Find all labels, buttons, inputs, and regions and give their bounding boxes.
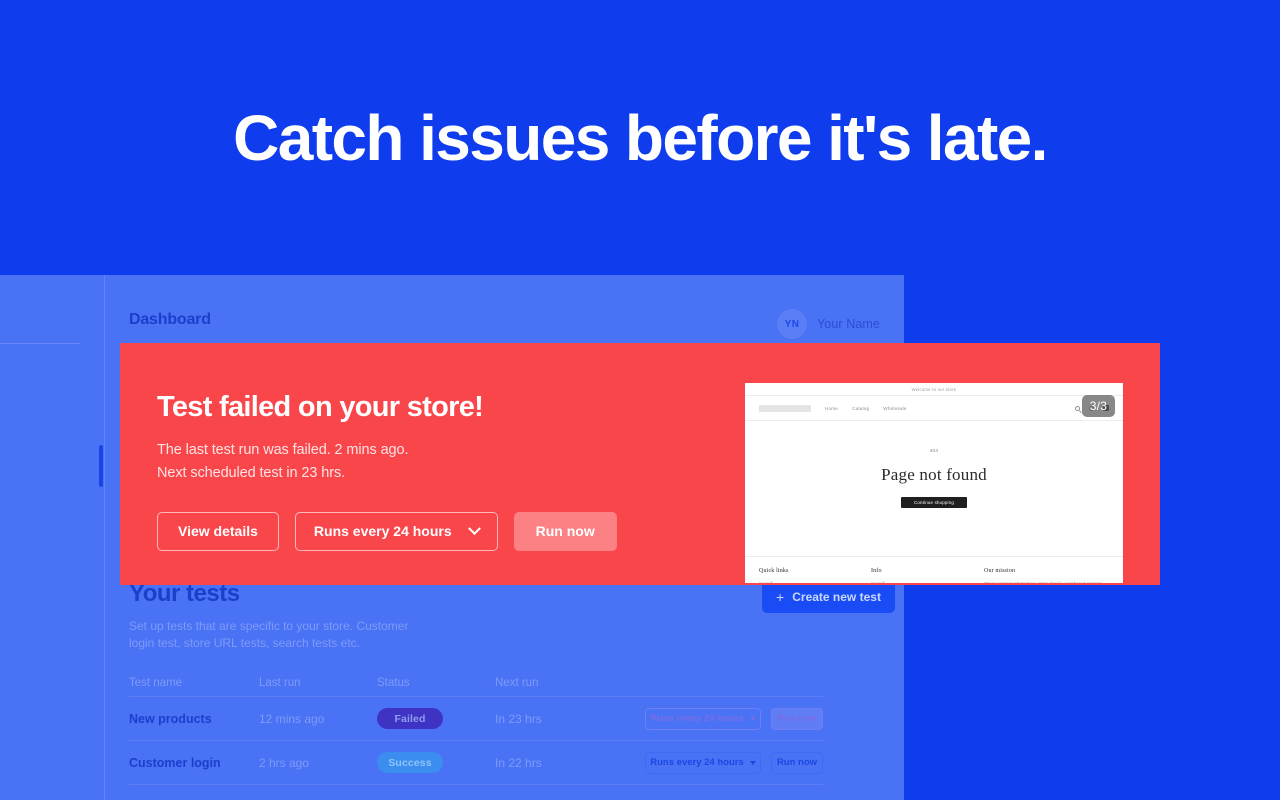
alert-description: The last test run was failed. 2 mins ago… xyxy=(157,439,717,486)
preview-footer-column: Quick links Search xyxy=(759,568,871,583)
run-now-button[interactable]: Run now xyxy=(513,511,617,551)
schedule-label: Runs every 24 hours xyxy=(313,523,452,540)
preview-nav-link-wholesale: Wholesale xyxy=(883,405,907,411)
cell-next-run: In 22 hrs xyxy=(495,755,542,770)
chevron-down-icon xyxy=(467,522,481,536)
plus-icon: + xyxy=(776,588,785,605)
preview-nav-link-catalog: Catalog xyxy=(852,405,870,411)
preview-error-code: 404 xyxy=(929,448,939,453)
sidebar-divider xyxy=(0,343,80,344)
alert-line-1: The last test run was failed. 2 mins ago… xyxy=(157,442,409,458)
preview-footer-column: Info Search xyxy=(871,568,984,583)
preview-nav-link-home: Home xyxy=(825,405,839,411)
status-badge: Success xyxy=(377,752,443,773)
screenshot-counter-badge: 3/3 xyxy=(1082,395,1115,417)
search-icon xyxy=(1075,405,1080,411)
cell-actions: Runs every 24 hours Run now xyxy=(634,707,823,730)
cell-last-run: 12 mins ago xyxy=(259,711,325,726)
preview-footer: Quick links Search Info Search Our missi… xyxy=(745,556,1123,583)
hero-section: Catch issues before it's late. xyxy=(0,0,1280,275)
alert-title: Test failed on your store! xyxy=(157,391,484,423)
breadcrumb: Dashboard xyxy=(129,311,211,328)
preview-footer-heading: Info xyxy=(871,568,882,574)
preview-footer-text: Search xyxy=(871,580,984,583)
column-header-last-run: Last run xyxy=(259,677,301,689)
chevron-down-icon xyxy=(749,716,756,721)
column-header-next-run: Next run xyxy=(495,677,539,689)
preview-heading: Page not found xyxy=(881,465,987,484)
avatar: YN xyxy=(777,309,808,339)
user-menu[interactable]: YN Your Name xyxy=(777,309,880,339)
cell-last-run: 2 hrs ago xyxy=(259,755,310,770)
cell-status: Success xyxy=(377,752,495,773)
cell-test-name: New products xyxy=(129,711,212,726)
store-screenshot-preview[interactable]: Welcome to our store Home Catalog Wholes… xyxy=(745,383,1123,583)
preview-footer-heading: Quick links xyxy=(759,568,789,574)
preview-footer-text: Search xyxy=(759,580,871,583)
preview-continue-shopping-button: Continue shopping xyxy=(901,497,967,508)
row-schedule-select[interactable]: Runs every 24 hours xyxy=(645,707,761,730)
table-row[interactable]: New products 12 mins ago Failed In 23 hr… xyxy=(129,697,823,741)
cell-actions: Runs every 24 hours Run now xyxy=(634,751,823,774)
user-name-label: Your Name xyxy=(817,317,880,331)
cell-next-run: In 23 hrs xyxy=(495,711,542,726)
topbar: Dashboard YN Your Name xyxy=(105,275,904,349)
row-run-now-button[interactable]: Run now xyxy=(771,751,823,774)
preview-footer-heading: Our mission xyxy=(984,568,1016,574)
your-tests-section: Your tests Set up tests that are specifi… xyxy=(129,580,895,653)
page-root: Catch issues before it's late. TORE TCHE… xyxy=(0,0,1280,800)
preview-store-logo xyxy=(759,404,811,412)
row-run-now-button[interactable]: Run now xyxy=(771,707,823,730)
alert-actions: View details Runs every 24 hours Run now xyxy=(157,511,717,551)
chevron-down-icon xyxy=(749,760,756,765)
cell-status: Failed xyxy=(377,708,495,729)
section-subtitle: Set up tests that are specific to your s… xyxy=(129,619,409,651)
status-badge: Failed xyxy=(377,708,443,729)
row-schedule-label: Runs every 24 hours xyxy=(650,757,744,768)
preview-nav: Home Catalog Wholesale xyxy=(745,396,1123,421)
preview-body: 404 Page not found Continue shopping xyxy=(745,448,1123,556)
column-header-status: Status xyxy=(377,677,410,689)
cell-test-name: Customer login xyxy=(129,755,221,770)
preview-footer-column: Our mission Share contact information, s… xyxy=(984,568,1109,583)
row-schedule-select[interactable]: Runs every 24 hours xyxy=(645,751,761,774)
column-header-test-name: Test name xyxy=(129,677,183,689)
create-new-test-label: Create new test xyxy=(792,589,881,604)
test-failed-alert-card: Test failed on your store! The last test… xyxy=(120,343,1160,585)
sidebar: TORE TCHERS shopify.com × ree demo a cal… xyxy=(0,275,105,800)
preview-announcement-bar: Welcome to our store xyxy=(745,383,1123,396)
view-details-button[interactable]: View details xyxy=(157,511,279,551)
row-schedule-label: Runs every 24 hours xyxy=(650,713,744,724)
schedule-select[interactable]: Runs every 24 hours xyxy=(294,511,498,551)
tests-table: Test name Last run Status Next run New p… xyxy=(129,670,823,785)
alert-content: Test failed on your store! The last test… xyxy=(157,391,717,551)
table-row[interactable]: Customer login 2 hrs ago Success In 22 h… xyxy=(129,741,823,785)
alert-line-2: Next scheduled test in 23 hrs. xyxy=(157,465,346,482)
page-title: Catch issues before it's late. xyxy=(233,101,1048,174)
table-header-row: Test name Last run Status Next run xyxy=(129,670,823,696)
preview-nav-links: Home Catalog Wholesale xyxy=(825,406,907,411)
sidebar-active-indicator xyxy=(99,445,103,487)
preview-footer-text: Share contact information, store details… xyxy=(984,580,1109,583)
